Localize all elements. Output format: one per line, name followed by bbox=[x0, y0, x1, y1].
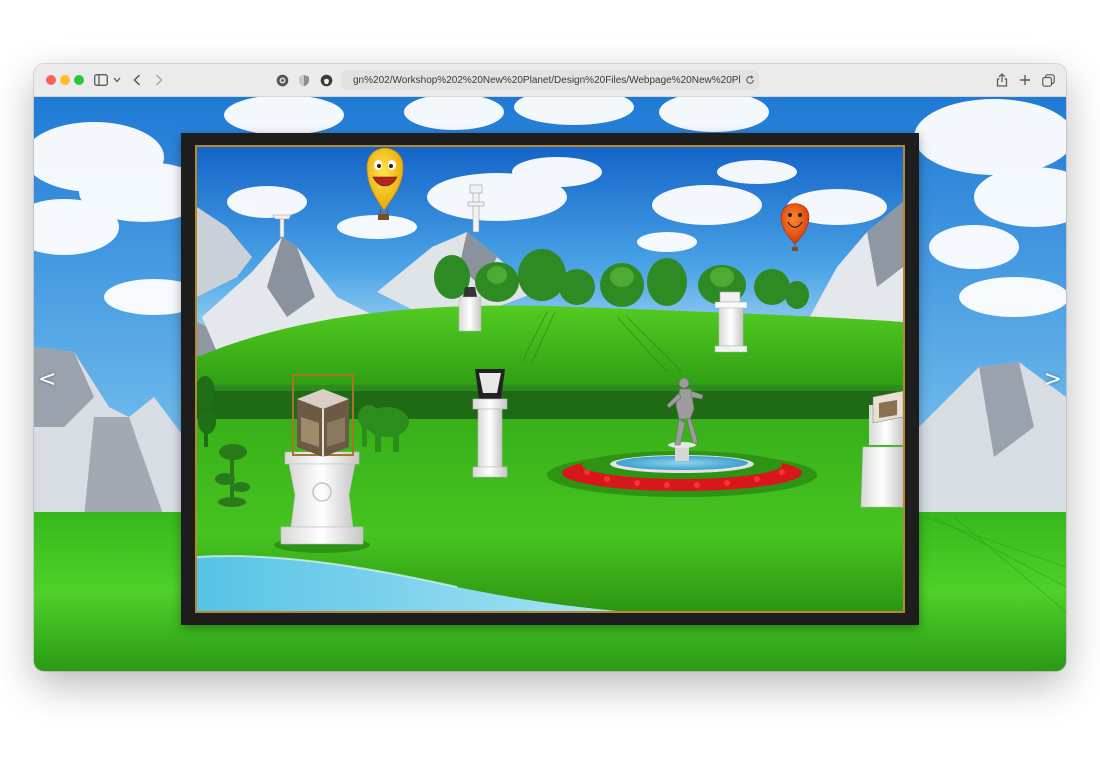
page-viewport: < > bbox=[34, 97, 1066, 671]
new-tab-icon[interactable] bbox=[1017, 70, 1033, 90]
address-url[interactable]: gn%202/Workshop%202%20New%20Planet/Desig… bbox=[341, 75, 741, 86]
shield-icon[interactable] bbox=[296, 70, 312, 90]
garden-scene bbox=[197, 147, 903, 611]
close-window-button[interactable] bbox=[46, 75, 56, 85]
forward-icon[interactable] bbox=[152, 70, 166, 90]
share-icon[interactable] bbox=[994, 70, 1010, 90]
artwork-canvas bbox=[195, 145, 905, 613]
picture-frame bbox=[181, 133, 919, 625]
minimize-window-button[interactable] bbox=[60, 75, 70, 85]
address-bar[interactable]: gn%202/Workshop%202%20New%20Planet/Desig… bbox=[341, 70, 759, 90]
tabs-overview-icon[interactable] bbox=[1040, 70, 1056, 90]
previous-arrow[interactable]: < bbox=[38, 367, 56, 392]
back-icon[interactable] bbox=[130, 70, 144, 90]
reload-icon[interactable] bbox=[741, 70, 759, 90]
privacy-icon[interactable] bbox=[318, 70, 334, 90]
browser-window: gn%202/Workshop%202%20New%20Planet/Desig… bbox=[34, 64, 1066, 671]
sidebar-icon[interactable] bbox=[92, 70, 110, 90]
next-arrow[interactable]: > bbox=[1044, 367, 1062, 392]
browser-toolbar: gn%202/Workshop%202%20New%20Planet/Desig… bbox=[34, 64, 1066, 97]
extension-icon[interactable] bbox=[274, 70, 290, 90]
zoom-window-button[interactable] bbox=[74, 75, 84, 85]
chevron-down-icon[interactable] bbox=[112, 70, 122, 90]
